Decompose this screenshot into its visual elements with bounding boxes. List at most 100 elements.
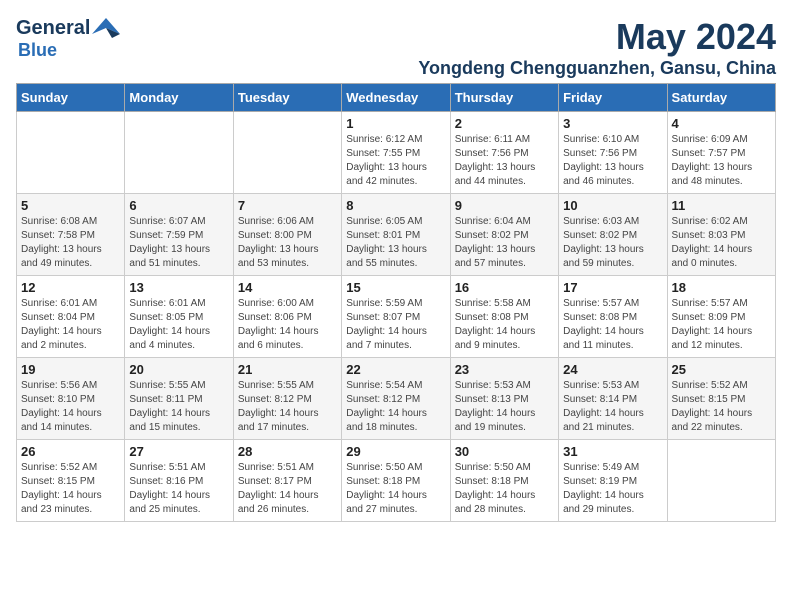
calendar-week-row: 19 Sunrise: 5:56 AM Sunset: 8:10 PM Dayli… [17,358,776,440]
calendar-day-4: 4 Sunrise: 6:09 AM Sunset: 7:57 PM Daylig… [667,112,775,194]
calendar-day-5: 5 Sunrise: 6:08 AM Sunset: 7:58 PM Daylig… [17,194,125,276]
calendar-day-30: 30 Sunrise: 5:50 AM Sunset: 8:18 PM Dayli… [450,440,558,522]
day-number: 1 [346,116,445,131]
day-number: 27 [129,444,228,459]
day-info: Sunrise: 6:04 AM Sunset: 8:02 PM Dayligh… [455,215,554,271]
day-number: 7 [238,198,337,213]
day-number: 28 [238,444,337,459]
day-number: 10 [563,198,662,213]
calendar-empty-cell [233,112,341,194]
day-info: Sunrise: 5:50 AM Sunset: 8:18 PM Dayligh… [346,461,445,517]
calendar-day-2: 2Sunrise: 6:11 AM Sunset: 7:56 PM Daylig… [450,112,558,194]
day-info: Sunrise: 6:01 AM Sunset: 8:05 PM Dayligh… [129,297,228,353]
day-number: 16 [455,280,554,295]
calendar-day-16: 16 Sunrise: 5:58 AM Sunset: 8:08 PM Dayli… [450,276,558,358]
page-title: May 2024 [418,16,776,58]
day-info: Sunrise: 5:50 AM Sunset: 8:18 PM Dayligh… [455,461,554,517]
calendar-day-27: 27 Sunrise: 5:51 AM Sunset: 8:16 PM Dayli… [125,440,233,522]
day-info: Sunrise: 5:53 AM Sunset: 8:13 PM Dayligh… [455,379,554,435]
calendar-day-17: 17 Sunrise: 5:57 AM Sunset: 8:08 PM Dayli… [559,276,667,358]
day-info: Sunrise: 6:05 AM Sunset: 8:01 PM Dayligh… [346,215,445,271]
day-info: Sunrise: 5:59 AM Sunset: 8:07 PM Dayligh… [346,297,445,353]
calendar-empty-cell [125,112,233,194]
calendar-day-9: 9 Sunrise: 6:04 AM Sunset: 8:02 PM Daylig… [450,194,558,276]
logo-bird-icon [92,16,120,40]
calendar-day-1: 1 Sunrise: 6:12 AM Sunset: 7:55 PM Daylig… [342,112,450,194]
page-subtitle: Yongdeng Chengguanzhen, Gansu, China [418,58,776,79]
calendar-day-29: 29 Sunrise: 5:50 AM Sunset: 8:18 PM Dayli… [342,440,450,522]
weekday-header-wednesday: Wednesday [342,84,450,112]
day-info: Sunrise: 6:07 AM Sunset: 7:59 PM Dayligh… [129,215,228,271]
day-info: Sunrise: 6:10 AM Sunset: 7:56 PM Dayligh… [563,133,662,189]
calendar-day-25: 25 Sunrise: 5:52 AM Sunset: 8:15 PM Dayli… [667,358,775,440]
weekday-header-thursday: Thursday [450,84,558,112]
calendar-day-19: 19 Sunrise: 5:56 AM Sunset: 8:10 PM Dayli… [17,358,125,440]
day-number: 15 [346,280,445,295]
calendar-day-8: 8 Sunrise: 6:05 AM Sunset: 8:01 PM Daylig… [342,194,450,276]
day-info: Sunrise: 6:03 AM Sunset: 8:02 PM Dayligh… [563,215,662,271]
calendar-week-row: 5 Sunrise: 6:08 AM Sunset: 7:58 PM Daylig… [17,194,776,276]
day-number: 31 [563,444,662,459]
calendar-table: SundayMondayTuesdayWednesdayThursdayFrid… [16,83,776,522]
day-info: Sunrise: 6:06 AM Sunset: 8:00 PM Dayligh… [238,215,337,271]
day-info: Sunrise: 5:51 AM Sunset: 8:16 PM Dayligh… [129,461,228,517]
day-info: Sunrise: 6:00 AM Sunset: 8:06 PM Dayligh… [238,297,337,353]
day-info: Sunrise: 5:56 AM Sunset: 8:10 PM Dayligh… [21,379,120,435]
day-info: Sunrise: 5:51 AM Sunset: 8:17 PM Dayligh… [238,461,337,517]
day-number: 4 [672,116,771,131]
calendar-week-row: 26Sunrise: 5:52 AM Sunset: 8:15 PM Dayli… [17,440,776,522]
day-info: Sunrise: 5:55 AM Sunset: 8:12 PM Dayligh… [238,379,337,435]
day-info: Sunrise: 6:08 AM Sunset: 7:58 PM Dayligh… [21,215,120,271]
calendar-day-28: 28 Sunrise: 5:51 AM Sunset: 8:17 PM Dayli… [233,440,341,522]
calendar-day-10: 10 Sunrise: 6:03 AM Sunset: 8:02 PM Dayli… [559,194,667,276]
calendar-day-7: 7 Sunrise: 6:06 AM Sunset: 8:00 PM Daylig… [233,194,341,276]
day-info: Sunrise: 6:01 AM Sunset: 8:04 PM Dayligh… [21,297,120,353]
day-number: 30 [455,444,554,459]
day-number: 9 [455,198,554,213]
weekday-header-monday: Monday [125,84,233,112]
calendar-empty-cell [17,112,125,194]
day-number: 23 [455,362,554,377]
logo-general: General [16,17,90,40]
calendar-week-row: 1 Sunrise: 6:12 AM Sunset: 7:55 PM Daylig… [17,112,776,194]
header: General Blue May 2024 Yongdeng Chengguan… [16,16,776,79]
day-info: Sunrise: 5:54 AM Sunset: 8:12 PM Dayligh… [346,379,445,435]
day-number: 19 [21,362,120,377]
calendar-day-20: 20Sunrise: 5:55 AM Sunset: 8:11 PM Dayli… [125,358,233,440]
day-info: Sunrise: 5:52 AM Sunset: 8:15 PM Dayligh… [672,379,771,435]
weekday-header-tuesday: Tuesday [233,84,341,112]
day-info: Sunrise: 5:52 AM Sunset: 8:15 PM Dayligh… [21,461,120,517]
day-number: 11 [672,198,771,213]
weekday-header-friday: Friday [559,84,667,112]
calendar-day-6: 6Sunrise: 6:07 AM Sunset: 7:59 PM Daylig… [125,194,233,276]
calendar-day-18: 18Sunrise: 5:57 AM Sunset: 8:09 PM Dayli… [667,276,775,358]
day-number: 29 [346,444,445,459]
day-info: Sunrise: 5:49 AM Sunset: 8:19 PM Dayligh… [563,461,662,517]
calendar-day-14: 14 Sunrise: 6:00 AM Sunset: 8:06 PM Dayli… [233,276,341,358]
day-number: 18 [672,280,771,295]
day-number: 14 [238,280,337,295]
weekday-header-row: SundayMondayTuesdayWednesdayThursdayFrid… [17,84,776,112]
calendar-day-15: 15 Sunrise: 5:59 AM Sunset: 8:07 PM Dayli… [342,276,450,358]
calendar-day-11: 11 Sunrise: 6:02 AM Sunset: 8:03 PM Dayli… [667,194,775,276]
day-info: Sunrise: 5:58 AM Sunset: 8:08 PM Dayligh… [455,297,554,353]
calendar-empty-cell [667,440,775,522]
day-number: 3 [563,116,662,131]
calendar-day-21: 21Sunrise: 5:55 AM Sunset: 8:12 PM Dayli… [233,358,341,440]
day-info: Sunrise: 6:02 AM Sunset: 8:03 PM Dayligh… [672,215,771,271]
calendar-day-23: 23 Sunrise: 5:53 AM Sunset: 8:13 PM Dayli… [450,358,558,440]
day-number: 25 [672,362,771,377]
day-info: Sunrise: 6:09 AM Sunset: 7:57 PM Dayligh… [672,133,771,189]
day-info: Sunrise: 6:12 AM Sunset: 7:55 PM Dayligh… [346,133,445,189]
calendar-day-12: 12 Sunrise: 6:01 AM Sunset: 8:04 PM Dayli… [17,276,125,358]
weekday-header-sunday: Sunday [17,84,125,112]
day-info: Sunrise: 6:11 AM Sunset: 7:56 PM Dayligh… [455,133,554,189]
day-number: 5 [21,198,120,213]
day-info: Sunrise: 5:57 AM Sunset: 8:08 PM Dayligh… [563,297,662,353]
day-number: 8 [346,198,445,213]
day-number: 12 [21,280,120,295]
day-number: 17 [563,280,662,295]
logo: General Blue [16,16,120,61]
day-number: 22 [346,362,445,377]
title-area: May 2024 Yongdeng Chengguanzhen, Gansu, … [418,16,776,79]
